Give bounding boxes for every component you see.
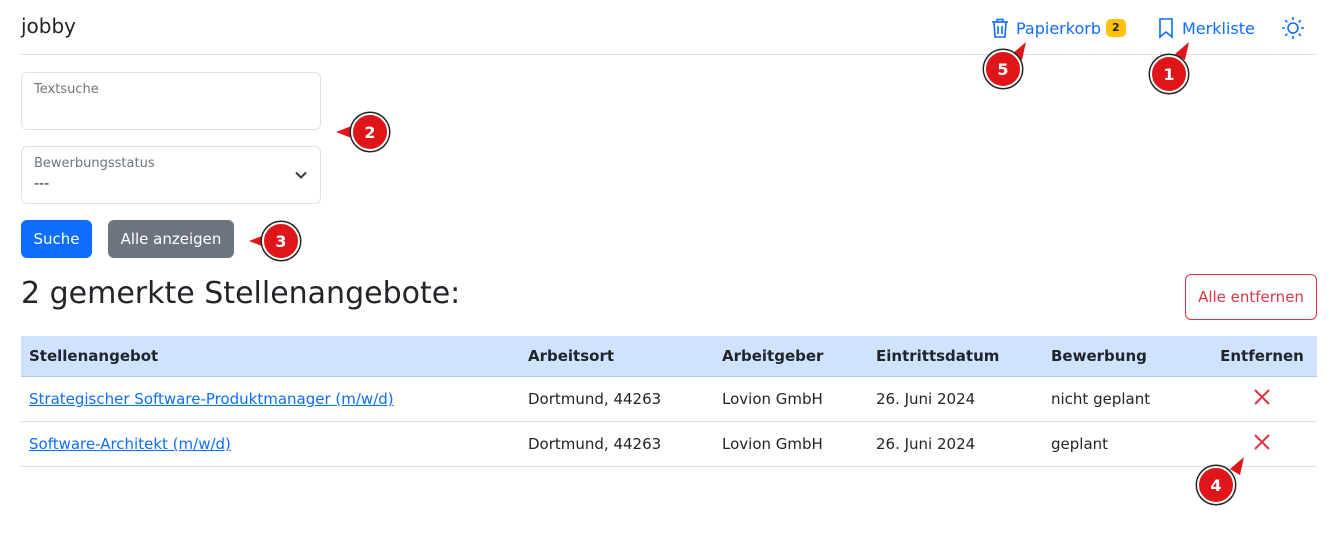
trash-label: Papierkorb — [1016, 18, 1101, 38]
remove-icon[interactable] — [1253, 433, 1271, 455]
bookmarks-table: Stellenangebot Arbeitsort Arbeitgeber Ei… — [21, 336, 1317, 467]
application-status-select[interactable]: Bewerbungsstatus --- — [21, 146, 321, 204]
trash-link[interactable]: Papierkorb 2 — [990, 16, 1126, 40]
bookmarks-label: Merkliste — [1182, 18, 1255, 38]
annotation-marker-4: 4 — [1197, 466, 1235, 504]
job-location: Dortmund, 44263 — [520, 421, 714, 467]
annotation-marker-2: 2 — [351, 113, 389, 151]
column-header-employer[interactable]: Arbeitgeber — [714, 336, 868, 377]
bookmark-icon — [1158, 17, 1174, 39]
annotation-marker-1: 1 — [1150, 55, 1188, 93]
annotation-marker-5: 5 — [984, 50, 1022, 88]
application-status-value: --- — [34, 176, 50, 192]
trash-icon — [990, 17, 1010, 39]
table-row: Software-Architekt (m/w/d) Dortmund, 442… — [21, 421, 1317, 467]
column-header-application[interactable]: Bewerbung — [1043, 336, 1207, 377]
brand-logo[interactable]: jobby — [21, 14, 76, 38]
remove-icon[interactable] — [1253, 388, 1271, 410]
page-heading: 2 gemerkte Stellenangebote: — [21, 276, 461, 311]
text-search-field[interactable]: Textsuche — [21, 72, 321, 130]
search-button[interactable]: Suche — [21, 220, 92, 258]
remove-all-button[interactable]: Alle entfernen — [1185, 274, 1317, 320]
sun-icon — [1281, 16, 1305, 40]
job-link[interactable]: Strategischer Software-Produktmanager (m… — [29, 390, 394, 408]
column-header-location[interactable]: Arbeitsort — [520, 336, 714, 377]
column-header-remove: Entfernen — [1207, 336, 1317, 377]
column-header-start-date[interactable]: Eintrittsdatum — [868, 336, 1043, 377]
chevron-down-icon — [294, 167, 308, 186]
navbar: jobby Papierkorb 2 Merkliste — [21, 0, 1317, 55]
job-application-status: geplant — [1043, 421, 1207, 467]
job-location: Dortmund, 44263 — [520, 376, 714, 422]
theme-toggle[interactable] — [1281, 16, 1305, 40]
job-start-date: 26. Juni 2024 — [868, 376, 1043, 422]
table-header-row: Stellenangebot Arbeitsort Arbeitgeber Ei… — [21, 336, 1317, 377]
trash-count-badge: 2 — [1105, 19, 1126, 37]
column-header-job[interactable]: Stellenangebot — [21, 336, 520, 377]
job-link[interactable]: Software-Architekt (m/w/d) — [29, 435, 231, 453]
show-all-button[interactable]: Alle anzeigen — [108, 220, 234, 258]
application-status-label: Bewerbungsstatus — [34, 156, 155, 171]
job-start-date: 26. Juni 2024 — [868, 421, 1043, 467]
bookmarks-link[interactable]: Merkliste — [1158, 16, 1255, 40]
job-employer: Lovion GmbH — [714, 421, 868, 467]
job-employer: Lovion GmbH — [714, 376, 868, 422]
annotation-marker-3: 3 — [262, 222, 300, 260]
table-row: Strategischer Software-Produktmanager (m… — [21, 376, 1317, 422]
job-application-status: nicht geplant — [1043, 376, 1207, 422]
text-search-label: Textsuche — [34, 82, 99, 97]
